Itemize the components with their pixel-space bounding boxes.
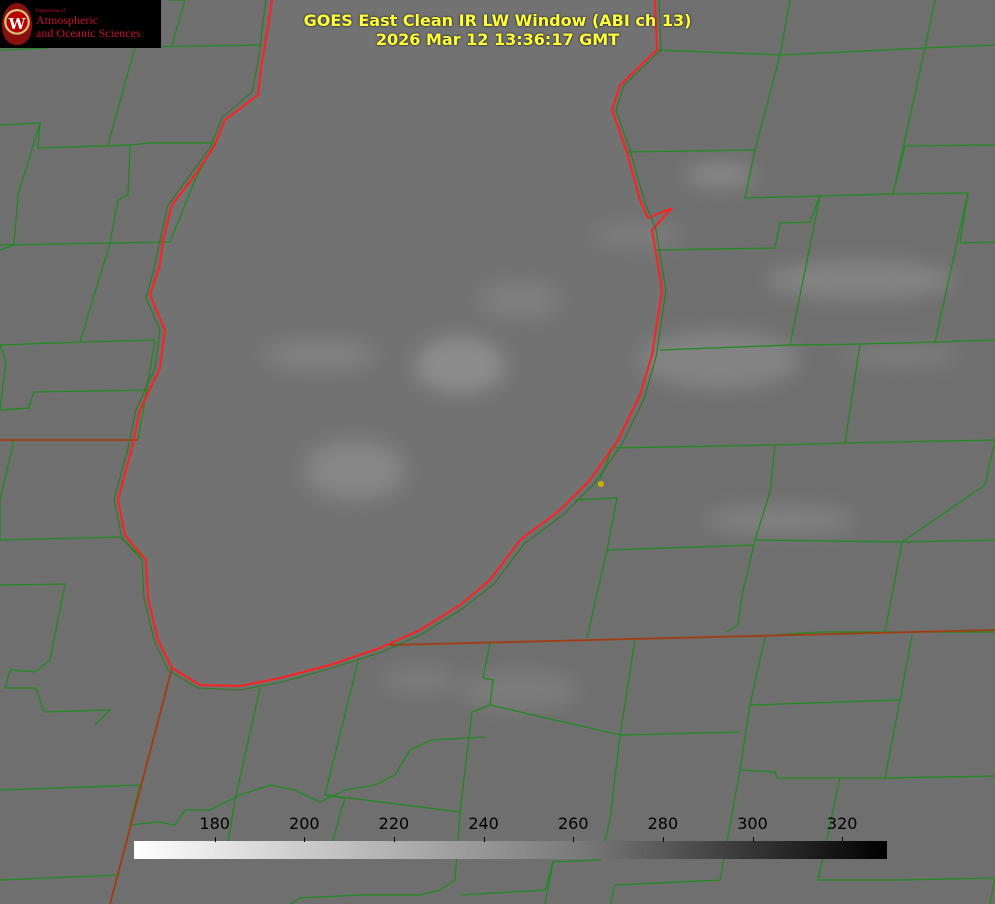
satellite-imagery	[0, 0, 995, 904]
seal-letter: W	[8, 15, 26, 33]
city-marker	[598, 481, 604, 487]
colorbar-tick-mark	[304, 837, 306, 842]
colorbar-tick-mark	[214, 837, 216, 842]
colorbar-tick-mark	[752, 837, 754, 842]
colorbar-tick-mark	[662, 837, 664, 842]
colorbar-tick-label: 320	[826, 814, 858, 833]
logo-line1: Atmospheric	[36, 13, 98, 28]
colorbar-tick-label: 240	[468, 814, 499, 833]
colorbar-tick-label: 260	[557, 814, 589, 833]
colorbar-tick-label: 300	[737, 814, 768, 833]
uw-seal-icon: W	[2, 3, 32, 45]
image-title: GOES East Clean IR LW Window (ABI ch 13)…	[230, 11, 765, 49]
logo-line2: and Oceanic Sciences	[36, 25, 141, 40]
colorbar-tick-label: 220	[378, 814, 410, 833]
colorbar-tick-mark	[573, 837, 575, 842]
colorbar-tick-label: 280	[647, 814, 679, 833]
colorbar-tick-mark	[483, 837, 485, 842]
colorbar-tick-label: 180	[199, 814, 230, 833]
logo-text: Department of Atmospheric and Oceanic Sc…	[36, 9, 141, 39]
colorbar-tick-mark	[393, 837, 395, 842]
title-product: GOES East Clean IR LW Window (ABI ch 13)	[303, 11, 692, 30]
map-stage: W Department of Atmospheric and Oceanic …	[0, 0, 995, 904]
colorbar-tick-mark	[842, 837, 844, 842]
colorbar-tick-label: 200	[289, 814, 320, 833]
title-timestamp: 2026 Mar 12 13:36:17 GMT	[375, 30, 620, 49]
aos-logo: W Department of Atmospheric and Oceanic …	[0, 0, 161, 48]
temperature-colorbar	[134, 841, 887, 859]
